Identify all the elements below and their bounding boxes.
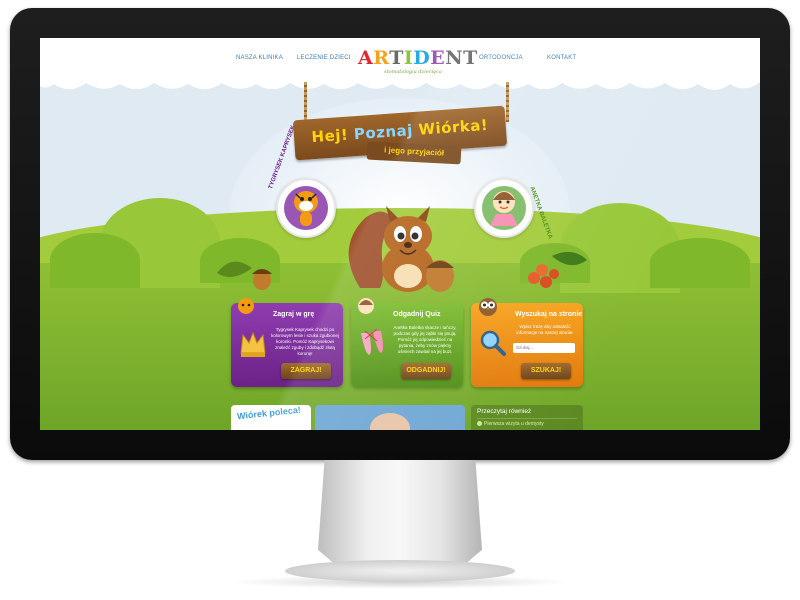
logo-letter: I bbox=[403, 47, 414, 69]
logo-letter: NT bbox=[445, 47, 478, 69]
read-also-title: Przeczytaj również bbox=[477, 408, 532, 415]
acorn-icon bbox=[217, 261, 272, 290]
artident-logo[interactable]: ARTIDENT bbox=[358, 47, 478, 69]
featured-photo-box bbox=[315, 405, 465, 430]
quiz-panel-text: Anetka Baletka skacze i tańczy, podczas … bbox=[393, 325, 457, 354]
recommend-box: Wiórek poleca! bbox=[231, 405, 311, 430]
bush bbox=[650, 238, 750, 288]
recommend-title: Wiórek poleca! bbox=[236, 404, 302, 422]
hero-subsign-text: i jego przyjaciół bbox=[383, 145, 445, 158]
search-panel-text: Wpisz frazę aby odnaleźć informacje na n… bbox=[516, 324, 574, 335]
bullet-icon bbox=[477, 421, 482, 427]
ballerina-icon bbox=[482, 186, 526, 230]
logo-letter: E bbox=[430, 47, 446, 69]
tiger-character-badge[interactable] bbox=[276, 178, 336, 238]
game-panel: Zagraj w grę Tygrysek Kaprysek chodzi po… bbox=[231, 298, 343, 387]
berries-icon bbox=[528, 251, 587, 288]
quiz-button[interactable]: ODGADNIJ! bbox=[401, 363, 451, 379]
sign-rope bbox=[304, 82, 307, 122]
divider bbox=[477, 418, 577, 419]
person-photo bbox=[370, 413, 410, 430]
sign-word: Wiórka! bbox=[417, 115, 489, 139]
sign-word: Poznaj bbox=[353, 121, 414, 144]
search-panel: Wyszukaj na stronie Wpisz frazę aby odna… bbox=[471, 298, 583, 387]
ballet-shoes-icon bbox=[361, 328, 383, 355]
bush bbox=[50, 233, 140, 288]
logo-letter: R bbox=[373, 47, 390, 69]
logo-tagline: stomatologia dziecięca bbox=[384, 69, 442, 75]
sign-word: Hej! bbox=[310, 125, 349, 147]
logo-letter: A bbox=[358, 47, 374, 69]
search-input[interactable] bbox=[513, 343, 575, 353]
quiz-panel-title: Odgadnij Quiz bbox=[393, 311, 441, 318]
ballerina-character-badge[interactable] bbox=[474, 178, 534, 238]
monitor-screen: NASZA KLINIKA LECZENIE DZIECI ORTODONCJA… bbox=[40, 38, 760, 430]
search-panel-title: Wyszukaj na stronie bbox=[515, 311, 583, 318]
tiger-small-icon bbox=[238, 298, 254, 314]
game-panel-title: Zagraj w grę bbox=[273, 311, 315, 318]
ballerina-small-icon bbox=[358, 298, 374, 314]
play-button[interactable]: ZAGRAJ! bbox=[281, 363, 331, 379]
game-panel-text: Tygrysek Kaprysek chodzi po kolorowym le… bbox=[271, 327, 339, 356]
nav-leczenie-dzieci[interactable]: LECZENIE DZIECI bbox=[297, 55, 351, 61]
read-also-link[interactable]: Pierwsza wizyta u dentysty bbox=[477, 421, 544, 427]
monitor-base bbox=[285, 560, 515, 582]
sign-rope bbox=[506, 82, 509, 122]
logo-letter: D bbox=[413, 47, 431, 69]
crown-icon bbox=[240, 331, 266, 357]
magnifier-icon bbox=[480, 330, 506, 356]
read-also-box: Przeczytaj również Pierwsza wizyta u den… bbox=[471, 405, 583, 430]
nav-kontakt[interactable]: KONTAKT bbox=[547, 55, 576, 61]
logo-letter: T bbox=[389, 47, 404, 69]
tiger-icon bbox=[284, 186, 328, 230]
quiz-panel: Odgadnij Quiz Anetka Baletka skacze i ta… bbox=[351, 298, 463, 387]
read-also-link-label: Pierwsza wizyta u dentysty bbox=[484, 421, 544, 427]
monitor-stand bbox=[318, 460, 482, 575]
nav-nasza-klinika[interactable]: NASZA KLINIKA bbox=[236, 55, 283, 61]
search-button[interactable]: SZUKAJ! bbox=[521, 363, 571, 379]
squirrel-mascot-icon bbox=[348, 206, 454, 292]
owl-icon bbox=[479, 298, 497, 316]
nav-ortodoncja[interactable]: ORTODONCJA bbox=[479, 55, 523, 61]
